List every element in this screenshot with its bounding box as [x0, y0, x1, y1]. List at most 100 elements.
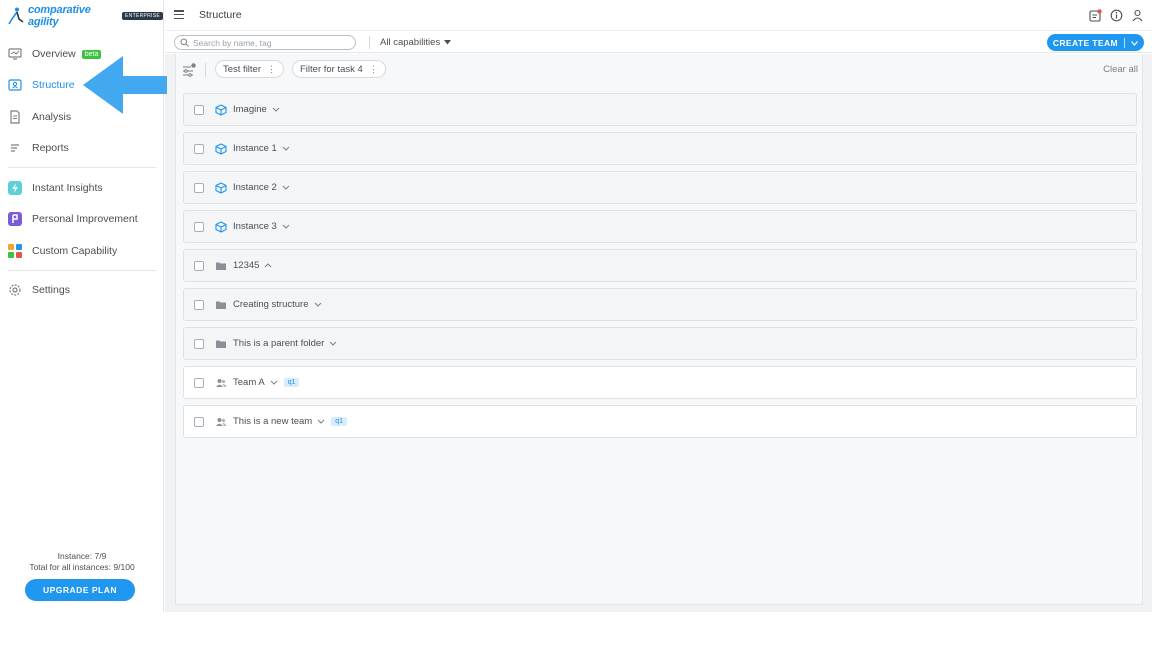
chevron-down-icon[interactable]	[329, 340, 337, 348]
chevron-down-icon[interactable]	[282, 145, 290, 153]
monitor-icon	[8, 47, 22, 61]
info-icon[interactable]	[1110, 9, 1123, 22]
sidebar-item-personal-improvement[interactable]: Personal Improvement	[8, 209, 138, 229]
logo[interactable]: comparative agility ENTERPRISE	[8, 4, 163, 28]
structure-row[interactable]: 12345	[183, 249, 1137, 282]
sidebar-item-label: Personal Improvement	[32, 213, 138, 225]
more-options-icon[interactable]: ⋮	[267, 64, 276, 75]
create-team-button[interactable]: CREATE TEAM	[1046, 34, 1144, 51]
cube-icon	[215, 142, 227, 155]
sidebar-item-custom-capability[interactable]: Custom Capability	[8, 241, 117, 261]
upgrade-plan-button[interactable]: UPGRADE PLAN	[25, 579, 135, 601]
filter-chip-label: Filter for task 4	[300, 63, 363, 75]
sidebar-item-reports[interactable]: Reports	[8, 138, 69, 158]
structure-row[interactable]: Instance 1	[183, 132, 1137, 165]
document-icon	[8, 110, 22, 124]
team-tag: q1	[331, 417, 347, 426]
structure-icon	[8, 78, 22, 92]
chevron-down-icon[interactable]	[317, 418, 325, 426]
row-checkbox[interactable]	[194, 143, 204, 154]
search-input[interactable]	[193, 37, 353, 48]
structure-row[interactable]: Instance 3	[183, 210, 1137, 243]
gear-icon	[8, 283, 22, 297]
logo-icon	[8, 7, 24, 25]
user-icon[interactable]	[1131, 9, 1144, 22]
sidebar-item-structure[interactable]: Structure	[8, 75, 75, 95]
row-checkbox[interactable]	[194, 416, 204, 427]
row-label: Instance 1	[233, 143, 277, 154]
search-icon	[180, 34, 189, 52]
filter-settings-icon[interactable]	[182, 63, 196, 77]
row-label: This is a new team	[233, 416, 313, 427]
chevron-down-icon[interactable]	[270, 379, 278, 387]
sidebar-item-settings[interactable]: Settings	[8, 280, 70, 300]
cube-icon	[215, 220, 227, 233]
toolbar-divider	[369, 36, 370, 49]
filter-chip-label: Test filter	[223, 63, 262, 75]
instance-usage: Instance: 7/9 Total for all instances: 9…	[0, 551, 164, 573]
chevron-up-icon[interactable]	[264, 262, 272, 270]
chevron-down-icon[interactable]	[282, 184, 290, 192]
more-options-icon[interactable]: ⋮	[369, 64, 378, 75]
structure-row[interactable]: This is a new team q1	[183, 405, 1137, 438]
structure-row[interactable]: Instance 2	[183, 171, 1137, 204]
folder-icon	[215, 299, 227, 311]
clear-all-link[interactable]: Clear all	[1103, 64, 1138, 75]
instance-count: Instance: 7/9	[57, 551, 107, 561]
capabilities-select-value: All capabilities	[380, 37, 441, 48]
row-checkbox[interactable]	[194, 338, 204, 349]
search-box[interactable]	[174, 35, 356, 50]
folder-icon	[215, 338, 227, 350]
chevron-down-icon[interactable]	[1131, 38, 1138, 48]
top-icons	[1089, 9, 1144, 22]
capabilities-select[interactable]: All capabilities	[380, 37, 452, 48]
total-instances: Total for all instances: 9/100	[29, 562, 135, 572]
row-checkbox[interactable]	[194, 377, 204, 388]
logo-text: comparative agility	[28, 4, 91, 28]
filter-chip[interactable]: Filter for task 4 ⋮	[292, 60, 386, 78]
row-checkbox[interactable]	[194, 221, 204, 232]
structure-row[interactable]: Team A q1	[183, 366, 1137, 399]
highlight-arrow-icon	[83, 56, 167, 114]
row-label: Imagine	[233, 104, 267, 115]
structure-row[interactable]: This is a parent folder	[183, 327, 1137, 360]
sidebar-item-label: Custom Capability	[32, 245, 118, 257]
sidebar-item-label: Instant Insights	[32, 182, 103, 194]
structure-panel: Test filter ⋮ Filter for task 4 ⋮ Clear …	[175, 54, 1143, 605]
sidebar-item-analysis[interactable]: Analysis	[8, 107, 71, 127]
lightning-icon	[8, 181, 22, 195]
create-team-label: CREATE TEAM	[1052, 37, 1118, 48]
filter-divider	[205, 63, 206, 77]
team-icon	[215, 416, 227, 428]
row-checkbox[interactable]	[194, 104, 204, 115]
person-improve-icon	[8, 212, 22, 226]
row-label: This is a parent folder	[233, 338, 325, 349]
row-label: Instance 3	[233, 221, 277, 232]
row-checkbox[interactable]	[194, 182, 204, 193]
structure-row[interactable]: Creating structure	[183, 288, 1137, 321]
chevron-down-icon[interactable]	[272, 106, 280, 114]
team-icon	[215, 377, 227, 389]
search-toolbar: All capabilities CREATE TEAM	[165, 32, 1152, 53]
chevron-down-icon[interactable]	[314, 301, 322, 309]
sidebar-item-label: Structure	[32, 79, 75, 91]
list-icon	[8, 141, 22, 155]
sidebar-item-label: Settings	[32, 284, 70, 296]
sidebar-item-instant-insights[interactable]: Instant Insights	[8, 178, 103, 198]
filter-chip[interactable]: Test filter ⋮	[215, 60, 285, 78]
structure-row[interactable]: Imagine	[183, 93, 1137, 126]
notification-icon[interactable]	[1089, 9, 1102, 22]
team-tag: q1	[283, 378, 300, 387]
row-label: Instance 2	[233, 182, 277, 193]
menu-icon[interactable]	[174, 10, 184, 19]
row-checkbox[interactable]	[194, 260, 204, 271]
sidebar-item-label: Overview	[32, 48, 76, 60]
chevron-down-icon[interactable]	[282, 223, 290, 231]
sidebar-item-label: Reports	[32, 142, 69, 154]
filter-row: Test filter ⋮ Filter for task 4 ⋮ Clear …	[176, 54, 1144, 86]
top-bar: Structure	[165, 0, 1152, 31]
row-label: Team A	[233, 377, 265, 388]
sidebar-item-label: Analysis	[32, 111, 72, 123]
row-checkbox[interactable]	[194, 299, 204, 310]
cube-icon	[215, 181, 227, 194]
